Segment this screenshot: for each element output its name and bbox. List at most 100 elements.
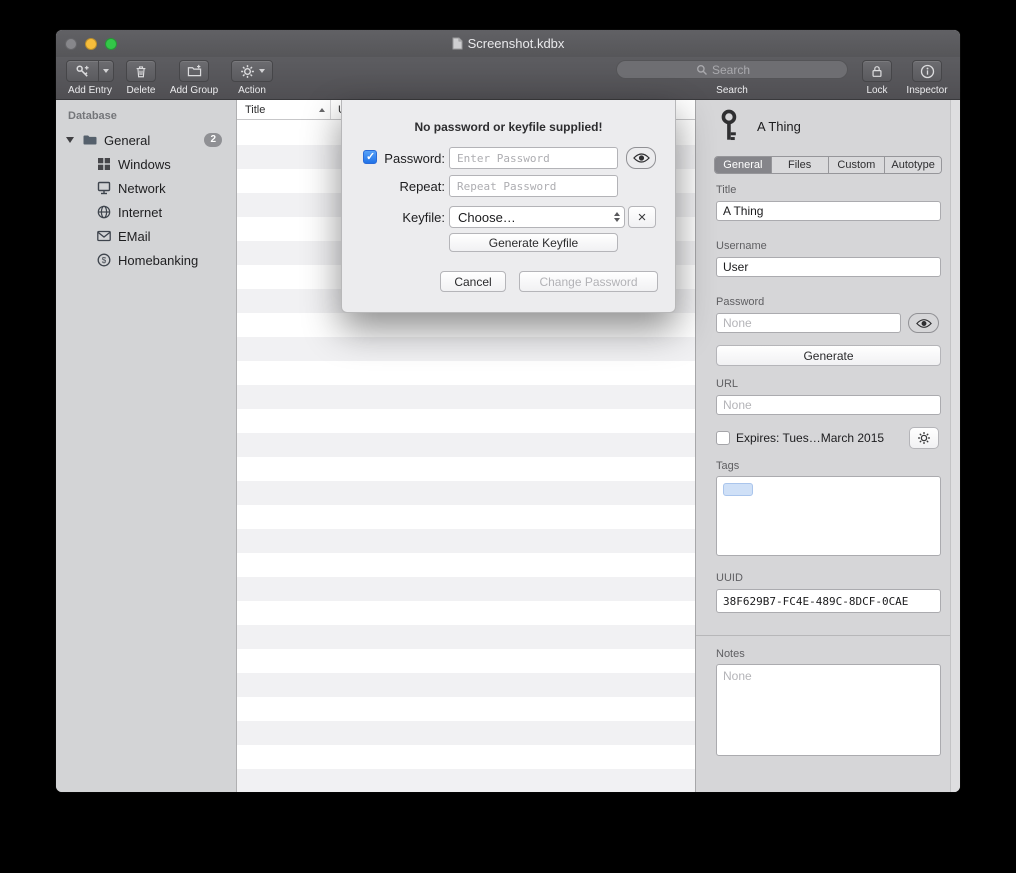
inspector-panel: A Thing General Files Custom Autotype Ti… — [695, 100, 960, 792]
network-icon — [96, 180, 112, 196]
dialog-keyfile-label: Keyfile: — [380, 210, 445, 225]
expires-checkbox[interactable] — [716, 431, 730, 445]
column-header-title[interactable]: Title — [237, 100, 330, 119]
minimize-button[interactable] — [85, 38, 97, 50]
password-field[interactable] — [716, 313, 901, 333]
sidebar: Database General 2 Windows Network — [56, 100, 237, 792]
generate-keyfile-button[interactable]: Generate Keyfile — [449, 233, 618, 252]
inspector-label: Inspector — [899, 85, 955, 96]
tab-custom[interactable]: Custom — [829, 157, 886, 173]
change-password-dialog: No password or keyfile supplied! Passwor… — [341, 100, 676, 313]
generate-password-button[interactable]: Generate — [716, 345, 941, 366]
sidebar-item-network[interactable]: Network — [56, 176, 236, 200]
reveal-password-button[interactable] — [908, 313, 939, 333]
trash-icon — [134, 64, 148, 79]
popup-stepper-icon — [614, 212, 620, 222]
add-group-label: Add Group — [164, 85, 224, 96]
windows-icon — [96, 156, 112, 172]
gear-icon — [917, 431, 931, 445]
action-button[interactable] — [231, 60, 273, 82]
svg-text:$: $ — [102, 256, 107, 265]
change-password-button[interactable]: Change Password — [519, 271, 658, 292]
lock-icon — [870, 64, 884, 79]
uuid-field[interactable] — [716, 589, 941, 613]
inspector-tabs: General Files Custom Autotype — [714, 156, 942, 174]
tab-autotype[interactable]: Autotype — [885, 157, 941, 173]
dialog-reveal-password-button[interactable] — [626, 147, 656, 169]
entry-key-icon — [719, 109, 741, 145]
username-field[interactable] — [716, 257, 941, 277]
title-field-label: Title — [716, 184, 736, 196]
expires-settings-button[interactable] — [909, 427, 939, 449]
sidebar-item-label: Windows — [118, 157, 171, 172]
sidebar-item-homebanking[interactable]: $ Homebanking — [56, 248, 236, 272]
tags-box[interactable] — [716, 476, 941, 556]
tag-token[interactable] — [723, 483, 753, 496]
dialog-password-label: Password: — [380, 151, 445, 166]
disclosure-triangle-icon[interactable] — [66, 137, 74, 143]
cancel-button[interactable]: Cancel — [440, 271, 506, 292]
globe-icon — [96, 204, 112, 220]
column-title-label: Title — [245, 104, 265, 116]
tab-files[interactable]: Files — [772, 157, 829, 173]
entry-title: A Thing — [757, 119, 801, 134]
dialog-repeat-input[interactable] — [449, 175, 618, 197]
add-entry-button[interactable] — [66, 60, 114, 82]
toolbar: Add Entry Delete Add Group Action — [56, 57, 960, 100]
sidebar-group-label: General — [104, 133, 150, 148]
clear-keyfile-button[interactable]: × — [628, 206, 656, 228]
document-proxy-icon — [452, 37, 463, 50]
add-group-button[interactable] — [179, 60, 209, 82]
coin-icon: $ — [96, 252, 112, 268]
sidebar-section-header: Database — [68, 110, 236, 122]
entry-count-badge: 2 — [204, 133, 222, 147]
folder-icon — [82, 132, 98, 148]
titlebar[interactable]: Screenshot.kdbx — [56, 30, 960, 57]
tab-general[interactable]: General — [715, 157, 772, 173]
add-entry-label: Add Entry — [64, 85, 116, 96]
close-button[interactable] — [65, 38, 77, 50]
password-field-label: Password — [716, 296, 764, 308]
app-window: Screenshot.kdbx Add Entry Delete Add — [56, 30, 960, 792]
dialog-password-input[interactable] — [449, 147, 618, 169]
url-field[interactable] — [716, 395, 941, 415]
gear-icon — [240, 64, 255, 79]
sidebar-item-internet[interactable]: Internet — [56, 200, 236, 224]
dialog-repeat-label: Repeat: — [380, 179, 445, 194]
search-field[interactable] — [616, 60, 848, 79]
lock-button[interactable] — [862, 60, 892, 82]
keyfile-popup[interactable]: Choose… — [449, 206, 625, 228]
inspector-button[interactable] — [912, 60, 942, 82]
password-enable-checkbox[interactable] — [363, 150, 377, 164]
username-field-label: Username — [716, 240, 767, 252]
sidebar-item-email[interactable]: EMail — [56, 224, 236, 248]
delete-button[interactable] — [126, 60, 156, 82]
scrollbar-track[interactable] — [950, 100, 960, 792]
action-label: Action — [231, 85, 273, 96]
traffic-lights — [65, 38, 117, 50]
sidebar-group-general[interactable]: General 2 — [56, 128, 236, 152]
sort-ascending-icon — [319, 108, 325, 112]
search-icon — [696, 64, 708, 76]
notes-field[interactable] — [716, 664, 941, 756]
title-field[interactable] — [716, 201, 941, 221]
sidebar-item-label: Homebanking — [118, 253, 198, 268]
eye-icon — [916, 318, 932, 329]
zoom-button[interactable] — [105, 38, 117, 50]
chevron-down-icon — [99, 69, 113, 73]
sidebar-item-label: Network — [118, 181, 166, 196]
search-input[interactable] — [712, 63, 768, 77]
search-label: Search — [616, 85, 848, 96]
notes-field-label: Notes — [716, 648, 745, 660]
tags-field-label: Tags — [716, 460, 739, 472]
dialog-message: No password or keyfile supplied! — [342, 120, 675, 134]
uuid-field-label: UUID — [716, 572, 743, 584]
sidebar-item-windows[interactable]: Windows — [56, 152, 236, 176]
inspector-divider — [696, 635, 960, 636]
eye-icon — [633, 152, 650, 164]
url-field-label: URL — [716, 378, 738, 390]
window-title: Screenshot.kdbx — [468, 36, 565, 51]
chevron-down-icon — [259, 69, 265, 73]
folder-plus-icon — [187, 64, 202, 78]
key-plus-icon — [67, 64, 98, 79]
